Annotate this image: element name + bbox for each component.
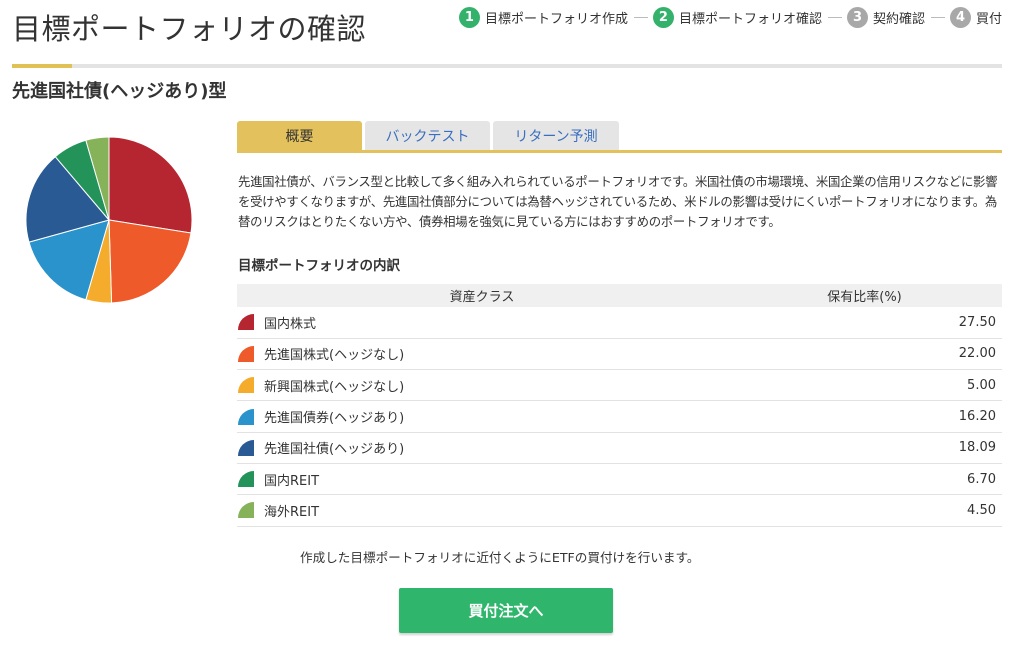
step-4: 4 買付 [949,7,1002,28]
asset-ratio: 18.09 [727,432,1002,464]
etf-purchase-note: 作成した目標ポートフォリオに近付くようにETFの買付けを行います。 [300,550,700,565]
step-2-number: 2 [652,7,674,28]
tab-overview[interactable]: 概要 [237,121,362,150]
asset-ratio: 5.00 [727,369,1002,402]
allocation-pie-chart [24,135,194,305]
asset-ratio: 16.20 [727,400,1002,433]
table-row: 海外REIT 4.50 [237,494,1002,527]
step-3-label: 契約確認 [872,12,925,27]
asset-class-name: 新興国株式(ヘッジなし) [264,379,405,395]
tab-bar: 概要 バックテスト リターン予測 [237,121,622,150]
table-row: 先進国社債(ヘッジあり) 18.09 [237,432,1002,464]
table-row: 新興国株式(ヘッジなし) 5.00 [237,369,1002,402]
step-1: 1 目標ポートフォリオ作成 [458,7,628,28]
step-1-label: 目標ポートフォリオ作成 [484,12,628,27]
allocation-table: 資産クラス 保有比率(%) 国内株式 27.50 先進国株式(ヘッジなし) 22… [237,284,1002,527]
table-header-row: 資産クラス 保有比率(%) [237,284,1002,307]
tab-backtest[interactable]: バックテスト [365,121,490,150]
asset-ratio: 4.50 [727,494,1002,527]
asset-class-name: 国内REIT [264,473,320,489]
column-header-ratio: 保有比率(%) [727,284,1002,307]
buy-order-button[interactable]: 買付注文へ [399,588,613,633]
progress-steps: 1 目標ポートフォリオ作成 2 目標ポートフォリオ確認 3 契約確認 4 買付 [458,7,1002,28]
legend-swatch-icon [238,502,254,519]
step-2: 2 目標ポートフォリオ確認 [652,7,822,28]
step-3: 3 契約確認 [846,7,925,28]
step-4-label: 買付 [975,12,1002,27]
header-divider [12,64,1002,68]
pie-svg [25,136,193,304]
asset-class-name: 国内株式 [264,316,317,332]
step-4-number: 4 [949,7,971,28]
asset-ratio: 27.50 [727,307,1002,339]
asset-class-name: 先進国社債(ヘッジあり) [264,442,405,458]
step-separator [827,17,842,18]
step-separator [930,17,945,18]
legend-swatch-icon [238,471,254,488]
portfolio-name: 先進国社債(ヘッジあり)型 [12,81,227,102]
legend-swatch-icon [238,345,254,362]
legend-swatch-icon [238,314,254,331]
portfolio-description: 先進国社債が、バランス型と比較して多く組み入れられているポートフォリオです。米国… [238,174,998,229]
step-separator [633,17,648,18]
step-3-number: 3 [846,7,868,28]
step-1-number: 1 [458,7,480,28]
table-row: 先進国株式(ヘッジなし) 22.00 [237,338,1002,371]
table-row: 先進国債券(ヘッジあり) 16.20 [237,400,1002,433]
pie-slice [108,136,193,234]
column-header-asset-class: 資産クラス [237,284,727,307]
table-row: 国内株式 27.50 [237,307,1002,339]
asset-class-name: 海外REIT [264,504,320,520]
table-row: 国内REIT 6.70 [237,463,1002,496]
pie-slice [108,219,192,304]
tab-return-forecast[interactable]: リターン予測 [493,121,619,150]
legend-swatch-icon [238,377,254,394]
legend-swatch-icon [238,439,254,456]
breakdown-title: 目標ポートフォリオの内訳 [238,258,400,274]
legend-swatch-icon [238,408,254,425]
step-2-label: 目標ポートフォリオ確認 [678,12,822,27]
asset-ratio: 22.00 [727,338,1002,371]
asset-ratio: 6.70 [727,463,1002,496]
asset-class-name: 先進国株式(ヘッジなし) [264,348,405,364]
page-title: 目標ポートフォリオの確認 [12,12,367,46]
asset-class-name: 先進国債券(ヘッジあり) [264,411,405,427]
tab-underline [237,150,1002,153]
header-divider-accent [12,64,72,68]
